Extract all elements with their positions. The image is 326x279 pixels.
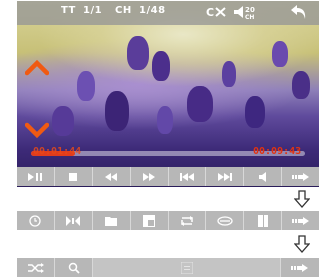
skip-previous-icon [179, 172, 194, 181]
chevron-up-icon[interactable] [25, 59, 49, 77]
rewind-button[interactable] [92, 167, 131, 186]
zoom-icon [143, 214, 156, 227]
svg-text:0: 0 [250, 6, 255, 14]
play-pause-icon [28, 172, 43, 181]
volume-button[interactable] [244, 167, 283, 186]
svg-text:C: C [206, 6, 214, 18]
svg-text:CH: CH [245, 14, 254, 21]
angle-icon [66, 215, 81, 226]
arrow-down-icon [294, 235, 310, 253]
arrow-right-icon [291, 263, 308, 272]
search-button[interactable] [55, 258, 93, 277]
shuffle-button[interactable] [17, 258, 55, 277]
top-status-bar: TT 1/1 CH 1/48 C 2 0 CH [17, 1, 319, 25]
next-button[interactable] [206, 167, 245, 186]
more-button-row-3[interactable] [281, 258, 319, 277]
clock-button[interactable] [17, 211, 55, 230]
search-icon [68, 262, 80, 274]
back-icon[interactable] [289, 3, 309, 21]
repeat-icon [180, 215, 193, 226]
angle-button[interactable] [54, 211, 93, 230]
shuffle-icon [27, 262, 44, 273]
chapter-label: CH [115, 5, 132, 16]
title-label: TT [61, 5, 76, 16]
stop-icon [69, 172, 78, 181]
control-row-3 [17, 258, 319, 277]
more-button-row-2[interactable] [282, 211, 319, 230]
folder-icon [105, 216, 118, 226]
fast-forward-button[interactable] [130, 167, 169, 186]
folder-button[interactable] [92, 211, 131, 230]
fast-forward-icon [143, 172, 156, 181]
info-button[interactable] [93, 258, 281, 277]
language-icon [217, 215, 233, 226]
speaker-icon [258, 171, 266, 182]
skip-next-icon [217, 172, 232, 181]
subtitle-icon[interactable]: C [206, 6, 228, 18]
zoom-button[interactable] [130, 211, 169, 230]
arrow-right-icon [291, 172, 309, 181]
audio-icon[interactable]: 2 0 CH [233, 4, 259, 21]
stop-button[interactable] [54, 167, 93, 186]
remaining-time: 00:09:43 [253, 146, 302, 157]
control-row-2 [17, 211, 319, 230]
repeat-button[interactable] [168, 211, 207, 230]
aspect-button[interactable] [244, 211, 283, 230]
info-icon [180, 261, 193, 274]
chevron-down-icon[interactable] [25, 121, 49, 139]
elapsed-time: 00:01:44 [33, 146, 82, 157]
arrow-down-icon [294, 190, 310, 208]
audio-language-button[interactable] [206, 211, 245, 230]
clock-icon [29, 214, 42, 227]
aspect-ratio-icon [257, 214, 268, 227]
progress-bar[interactable]: 00:01:44 00:09:43 [17, 141, 319, 159]
title-number: 1/1 [83, 5, 103, 16]
rewind-icon [105, 172, 118, 181]
more-button-row-1[interactable] [282, 167, 319, 186]
previous-button[interactable] [168, 167, 207, 186]
arrow-right-icon [291, 216, 309, 225]
chapter-number: 1/48 [139, 5, 166, 16]
play-pause-button[interactable] [17, 167, 55, 186]
control-row-1 [17, 167, 319, 186]
video-screen[interactable]: TT 1/1 CH 1/48 C 2 0 CH 00:01:44 00:09:4… [17, 1, 319, 187]
